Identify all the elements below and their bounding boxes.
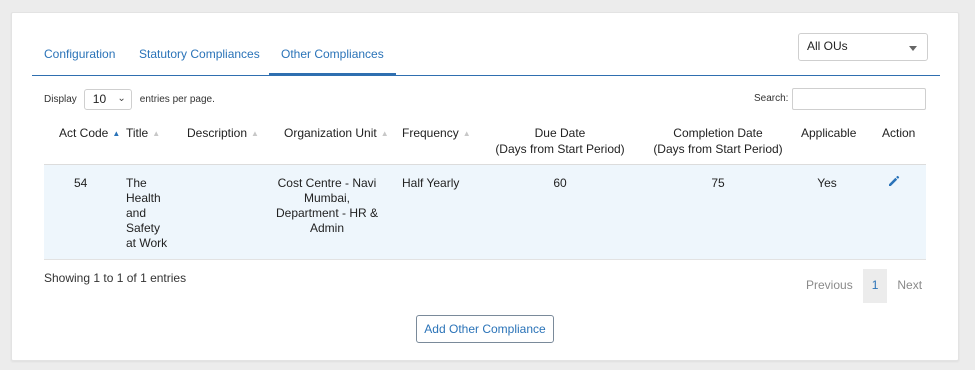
page-length-control: Display 10 ⌄ entries per page. — [44, 89, 215, 110]
header-description[interactable]: Description ▲ — [187, 125, 259, 142]
cell-org-unit-line: Department - HR & — [275, 206, 379, 220]
sort-icon: ▲ — [251, 129, 259, 138]
header-org-unit-label: Organization Unit — [284, 126, 377, 140]
search-input[interactable] — [792, 88, 926, 110]
header-title[interactable]: Title ▲︎ — [126, 125, 160, 142]
cell-due-days: 60 — [553, 176, 567, 190]
header-due-date[interactable]: Due Date (Days from Start Period) — [490, 125, 630, 157]
header-organization-unit[interactable]: Organization Unit ▲ — [284, 125, 389, 142]
table-header: Act Code ▲ Title ▲︎ Description ▲ Organizat… — [44, 119, 926, 165]
header-act-code-label: Act Code — [59, 126, 109, 140]
header-due-date-line2: (Days from Start Period) — [495, 142, 625, 156]
cell-title-line: Health — [126, 191, 161, 205]
cell-title-line: The — [126, 176, 147, 190]
cell-organization-unit: Cost Centre - Navi Mumbai, Department - … — [272, 176, 382, 236]
display-label: Display — [44, 94, 77, 105]
header-applicable[interactable]: Applicable — [801, 125, 856, 141]
header-description-label: Description — [187, 126, 248, 140]
header-completion-line2: (Days from Start Period) — [653, 142, 783, 156]
page-button-1[interactable]: 1 — [862, 269, 888, 303]
tab-other-compliances[interactable]: Other Compliances — [269, 47, 396, 75]
ou-select[interactable]: All OUs — [798, 33, 928, 61]
tab-statutory-compliances[interactable]: Statutory Compliances — [139, 47, 260, 61]
pagination: Previous 1 Next — [796, 269, 932, 303]
header-title-label: Title — [126, 126, 149, 140]
header-frequency[interactable]: Frequency ▲ — [402, 125, 471, 142]
tab-configuration[interactable]: Configuration — [44, 47, 115, 61]
sort-asc-icon: ▲ — [112, 129, 121, 138]
compliance-table: Act Code ▲ Title ▲︎ Description ▲ Organizat… — [44, 119, 926, 260]
page-length-value: 10 — [92, 92, 107, 106]
header-completion-date[interactable]: Completion Date (Days from Start Period) — [648, 125, 788, 157]
cell-org-unit-line: Mumbai, — [303, 191, 350, 205]
cell-title-line: Safety — [126, 221, 161, 235]
ou-select-value: All OUs — [807, 39, 848, 53]
page-length-select[interactable]: 10 ⌄ — [83, 89, 132, 110]
next-page-button[interactable]: Next — [887, 269, 932, 303]
cell-act-code: 54 — [74, 176, 88, 190]
cell-applicable: Yes — [817, 176, 837, 190]
chevron-down-icon: ⌄ — [117, 93, 126, 104]
previous-page-button[interactable]: Previous — [796, 269, 863, 303]
pencil-icon[interactable] — [888, 175, 900, 187]
table-row[interactable]: 54 The Health and Safety at Work Cost Ce… — [44, 165, 926, 260]
sort-icon: ▲︎ — [152, 129, 161, 138]
compliance-panel: Configuration Statutory Compliances Othe… — [11, 12, 959, 361]
header-frequency-label: Frequency — [402, 126, 459, 140]
cell-frequency: Half Yearly — [402, 176, 460, 190]
cell-org-unit-line: Admin — [309, 221, 344, 235]
add-other-compliance-button[interactable]: Add Other Compliance — [416, 315, 554, 343]
cell-title-line: and — [126, 206, 147, 220]
cell-org-unit-line: Cost Centre - Navi — [277, 176, 377, 190]
header-completion-line1: Completion Date — [673, 126, 763, 140]
cell-title-line: at Work — [126, 236, 168, 250]
table-info: Showing 1 to 1 of 1 entries — [44, 271, 187, 285]
sort-icon: ▲ — [380, 129, 389, 138]
header-action: Action — [882, 126, 916, 140]
entries-per-page-label: entries per page. — [139, 94, 215, 105]
header-act-code[interactable]: Act Code ▲ — [59, 125, 120, 142]
header-due-date-line1: Due Date — [534, 126, 586, 140]
search-label: Search: — [754, 93, 789, 104]
caret-down-icon — [909, 46, 917, 51]
cell-title: The Health and Safety at Work — [126, 176, 167, 251]
cell-completion-days: 75 — [711, 176, 725, 190]
sort-icon: ▲ — [462, 129, 471, 138]
